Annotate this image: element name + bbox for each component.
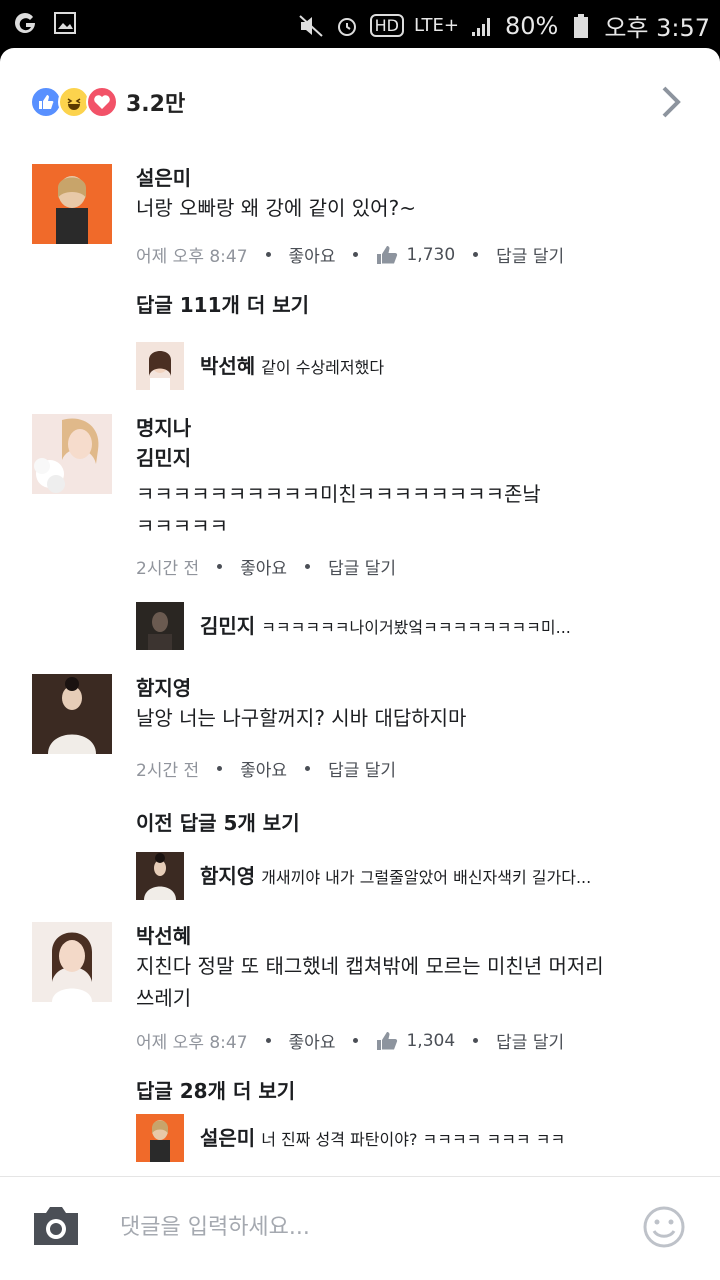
reply-author[interactable]: 김민지 [200,614,255,638]
chevron-right-icon[interactable] [658,84,686,120]
clock: 오후 3:57 [604,14,710,42]
comment-text: ㅋㅋㅋㅋㅋㅋㅋㅋㅋㅋ미친ㅋㅋㅋㅋㅋㅋㅋㅋ존낰 [136,482,541,506]
more-replies-link[interactable]: 답글 111개 더 보기 [136,289,696,318]
reply-link[interactable]: 답글 달기 [328,756,396,781]
comment-author[interactable]: 박선혜 [136,922,696,950]
reply-author[interactable]: 설은미 [200,1126,255,1150]
reply-link[interactable]: 답글 달기 [496,1028,564,1053]
comment-text-cont: ㅋㅋㅋㅋㅋ [136,514,228,538]
comment-text-cont: 쓰레기 [136,986,192,1010]
comment-composer [0,1176,720,1280]
status-bar: HD LTE+ 80% 오후 3:57 [0,0,720,48]
like-link[interactable]: 좋아요 [240,554,287,579]
avatar[interactable] [32,414,112,494]
reaction-count: 3.2만 [126,92,186,117]
comment-time: 2시간 전 [136,559,200,579]
separator-dot [305,766,311,771]
like-link[interactable]: 좋아요 [240,756,287,781]
network-type: LTE+ [413,15,459,36]
comment-author[interactable]: 함지영 [136,674,696,702]
comment-item: 박선혜 지친다 정말 또 태그했네 캡쳐밖에 모르는 미친년 머저리 쓰레기 어… [32,922,692,1142]
reply-text: 너 진짜 성격 파탄이야? ㅋㅋㅋㅋ ㅋㅋㅋ ㅋㅋ [261,1130,566,1149]
comment-text: 너랑 오빠랑 왜 강에 같이 있어?~ [136,196,416,220]
reply-link[interactable]: 답글 달기 [328,554,396,579]
like-link[interactable]: 좋아요 [289,1028,336,1053]
previous-replies-link[interactable]: 이전 답글 5개 보기 [136,807,696,836]
separator-dot [265,1038,271,1043]
emoji-icon[interactable] [642,1205,686,1249]
mute-icon [298,13,324,39]
avatar [136,602,184,650]
comment-author[interactable]: 설은미 [136,164,696,192]
battery-icon [568,13,594,39]
reply-link[interactable]: 답글 달기 [496,242,564,267]
separator-dot [473,1038,479,1043]
comment-time: 어제 오후 8:47 [136,1033,248,1053]
gallery-notification-icon [52,10,78,36]
comment-text: 날앙 너는 나구할꺼지? 시바 대답하지마 [136,706,467,730]
comment-item: 함지영 날앙 너는 나구할꺼지? 시바 대답하지마 2시간 전 좋아요 답글 달… [32,674,692,854]
like-count: 1,730 [406,244,456,265]
comment-input[interactable] [120,1207,620,1247]
thumbs-up-icon [377,1031,398,1050]
avatar[interactable] [32,922,112,1002]
comment-item: 명지나 김민지 ㅋㅋㅋㅋㅋㅋㅋㅋㅋㅋ미친ㅋㅋㅋㅋㅋㅋㅋㅋ존낰 ㅋㅋㅋㅋㅋ 2시간… [32,414,692,584]
alarm-icon [334,13,360,39]
more-replies-link[interactable]: 답글 28개 더 보기 [136,1075,696,1104]
reply-author[interactable]: 박선혜 [200,354,255,378]
thumbs-up-icon [377,245,398,264]
separator-dot [353,252,359,257]
reply-preview[interactable]: 설은미 너 진짜 성격 파탄이야? ㅋㅋㅋㅋ ㅋㅋㅋ ㅋㅋ [136,1114,696,1162]
hd-badge: HD [369,14,404,37]
comments-sheet: 3.2만 설은미 너랑 오빠랑 왜 강에 같이 있어?~ 어제 오후 8:47 … [0,48,720,1280]
comment-tagged-user[interactable]: 김민지 [136,442,696,474]
avatar[interactable] [32,164,112,244]
like-count: 1,304 [406,1030,456,1051]
avatar[interactable] [32,674,112,754]
separator-dot [305,564,311,569]
separator-dot [217,564,223,569]
avatar [136,342,184,390]
like-link[interactable]: 좋아요 [289,242,336,267]
reply-text: 개새끼야 내가 그럴줄알았어 배신자색키 길가다... [261,868,592,887]
battery-percent: 80% [504,11,559,40]
reply-preview[interactable]: 김민지 ㅋㅋㅋㅋㅋㅋ나이거봤엌ㅋㅋㅋㅋㅋㅋㅋㅋ미... [136,602,696,650]
comment-time: 어제 오후 8:47 [136,247,248,267]
separator-dot [353,1038,359,1043]
camera-icon[interactable] [30,1205,82,1247]
avatar [136,1114,184,1162]
separator-dot [473,252,479,257]
reply-text: 같이 수상레저했다 [261,358,385,377]
comment-text: 지친다 정말 또 태그했네 캡쳐밖에 모르는 미친년 머저리 [136,954,604,978]
reply-text: ㅋㅋㅋㅋㅋㅋ나이거봤엌ㅋㅋㅋㅋㅋㅋㅋㅋ미... [261,618,571,637]
love-reaction-icon [86,86,118,118]
comment-author[interactable]: 명지나 [136,414,696,442]
avatar [136,852,184,900]
reactions-summary[interactable]: 3.2만 [30,86,185,118]
comment-time: 2시간 전 [136,761,200,781]
signal-icon [469,13,495,39]
reply-preview[interactable]: 박선혜 같이 수상레저했다 [136,342,696,390]
separator-dot [217,766,223,771]
separator-dot [265,252,271,257]
app-notification-icon [12,10,38,36]
reply-author[interactable]: 함지영 [200,864,255,888]
reply-preview[interactable]: 함지영 개새끼야 내가 그럴줄알았어 배신자색키 길가다... [136,852,696,900]
